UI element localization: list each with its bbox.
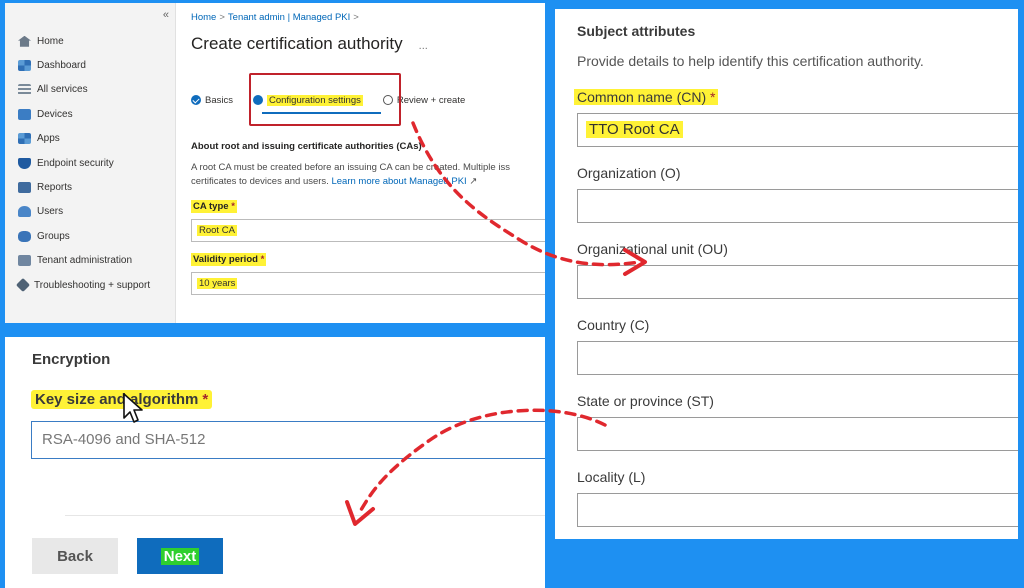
sidebar-item-label: All services bbox=[37, 84, 88, 96]
state-province-input[interactable] bbox=[577, 417, 1018, 451]
validity-label-text: Validity period bbox=[193, 254, 258, 265]
users-icon bbox=[18, 206, 31, 218]
check-circle-icon bbox=[191, 95, 201, 105]
create-ca-main: Home > Tenant admin | Managed PKI > Create … bbox=[176, 3, 545, 323]
sidebar-item-reports[interactable]: Reports bbox=[5, 175, 176, 199]
ca-type-dropdown[interactable]: Root CA bbox=[191, 219, 545, 242]
sidebar-item-devices[interactable]: Devices bbox=[5, 102, 176, 126]
required-marker: * bbox=[710, 89, 716, 105]
organizational-unit-input[interactable] bbox=[577, 265, 1018, 299]
tab-basics[interactable]: Basics bbox=[191, 95, 233, 106]
divider bbox=[65, 515, 545, 516]
locality-label: Locality (L) bbox=[577, 469, 646, 485]
highlight-box bbox=[249, 73, 401, 126]
create-ca-screenshot-panel: « Home Dashboard All services Devices Ap… bbox=[5, 3, 545, 323]
sidebar-item-users[interactable]: Users bbox=[5, 200, 176, 224]
key-size-label-text: Key size and algorithm bbox=[35, 391, 199, 408]
sidebar-item-label: Tenant administration bbox=[37, 255, 133, 267]
tab-label: Review + create bbox=[396, 94, 466, 106]
intune-sidebar: « Home Dashboard All services Devices Ap… bbox=[5, 3, 176, 323]
sidebar-item-dashboard[interactable]: Dashboard bbox=[5, 53, 176, 77]
shield-icon bbox=[18, 157, 31, 169]
section-heading: About root and issuing certificate autho… bbox=[191, 141, 422, 152]
tab-label: Basics bbox=[205, 94, 233, 106]
wrench-icon bbox=[15, 278, 31, 293]
organizational-unit-label: Organizational unit (OU) bbox=[577, 241, 728, 257]
external-link-icon: ↗ bbox=[469, 176, 478, 187]
breadcrumb-separator: > bbox=[353, 12, 359, 23]
section-description: A root CA must be created before an issu… bbox=[191, 161, 545, 189]
learn-more-link[interactable]: Learn more about Managed PKI bbox=[331, 176, 466, 187]
validity-period-dropdown[interactable]: 10 years bbox=[191, 272, 545, 295]
sidebar-nav: Home Dashboard All services Devices Apps… bbox=[5, 29, 176, 297]
breadcrumb-managed-pki-link[interactable]: Tenant admin | Managed PKI bbox=[228, 12, 350, 23]
breadcrumb: Home > Tenant admin | Managed PKI > bbox=[191, 12, 362, 23]
common-name-label-text: Common name (CN) bbox=[577, 89, 707, 105]
encryption-heading: Encryption bbox=[32, 351, 111, 368]
dashboard-icon bbox=[18, 60, 31, 72]
common-name-label: Common name (CN) * bbox=[574, 89, 719, 105]
reports-icon bbox=[18, 182, 31, 194]
sidebar-item-home[interactable]: Home bbox=[5, 29, 176, 53]
groups-icon bbox=[18, 230, 31, 242]
common-name-value: TTO Root CA bbox=[586, 121, 683, 138]
ca-type-value: Root CA bbox=[197, 225, 237, 236]
country-label: Country (C) bbox=[577, 317, 650, 333]
sidebar-item-label: Users bbox=[37, 206, 64, 218]
sidebar-item-label: Troubleshooting + support bbox=[34, 279, 151, 291]
sidebar-item-label: Devices bbox=[37, 108, 73, 120]
devices-icon bbox=[18, 108, 31, 120]
key-size-value: RSA-4096 and SHA-512 bbox=[42, 431, 206, 448]
apps-icon bbox=[18, 133, 31, 145]
locality-input[interactable] bbox=[577, 493, 1018, 527]
organization-input[interactable] bbox=[577, 189, 1018, 223]
sidebar-item-label: Reports bbox=[37, 182, 73, 194]
key-size-dropdown[interactable]: RSA-4096 and SHA-512 bbox=[31, 421, 545, 459]
state-province-label: State or province (ST) bbox=[577, 393, 714, 409]
sidebar-item-label: Groups bbox=[37, 230, 70, 242]
next-button[interactable]: Next bbox=[137, 538, 223, 574]
collapse-sidebar-icon[interactable]: « bbox=[163, 9, 169, 21]
sidebar-item-all-services[interactable]: All services bbox=[5, 78, 176, 102]
sidebar-item-label: Home bbox=[37, 35, 64, 47]
organization-label: Organization (O) bbox=[577, 165, 681, 181]
country-input[interactable] bbox=[577, 341, 1018, 375]
page-title: Create certification authority... bbox=[191, 34, 428, 54]
next-button-label: Next bbox=[160, 547, 200, 565]
validity-value: 10 years bbox=[197, 278, 238, 289]
encryption-panel: Encryption Key size and algorithm * RSA-4… bbox=[5, 337, 545, 588]
breadcrumb-separator: > bbox=[219, 12, 225, 23]
sidebar-item-groups[interactable]: Groups bbox=[5, 224, 176, 248]
required-marker: * bbox=[260, 254, 265, 265]
list-icon bbox=[18, 84, 31, 96]
sidebar-item-tenant-administration[interactable]: Tenant administration bbox=[5, 249, 176, 273]
breadcrumb-home-link[interactable]: Home bbox=[191, 12, 216, 23]
tenant-icon bbox=[18, 255, 31, 267]
page-title-text: Create certification authority bbox=[191, 34, 403, 53]
sidebar-item-endpoint-security[interactable]: Endpoint security bbox=[5, 151, 176, 175]
ca-type-label-text: CA type bbox=[193, 201, 229, 212]
sidebar-item-apps[interactable]: Apps bbox=[5, 127, 176, 151]
back-button[interactable]: Back bbox=[32, 538, 118, 574]
sidebar-item-label: Dashboard bbox=[37, 60, 86, 72]
required-marker: * bbox=[202, 391, 209, 408]
subject-attributes-panel: Subject attributes Provide details to he… bbox=[555, 9, 1018, 539]
mouse-cursor-icon bbox=[123, 393, 143, 423]
required-marker: * bbox=[231, 201, 235, 212]
ca-type-label: CA type * bbox=[191, 200, 237, 213]
sidebar-item-label: Apps bbox=[37, 133, 60, 145]
validity-period-label: Validity period * bbox=[191, 253, 267, 266]
subject-attributes-heading: Subject attributes bbox=[577, 23, 696, 39]
common-name-input[interactable]: TTO Root CA bbox=[577, 113, 1018, 147]
sidebar-item-label: Endpoint security bbox=[37, 157, 114, 169]
subject-attributes-description: Provide details to help identify this ce… bbox=[577, 53, 924, 69]
home-icon bbox=[18, 35, 31, 47]
more-options-icon[interactable]: ... bbox=[419, 40, 428, 52]
sidebar-item-troubleshooting[interactable]: Troubleshooting + support bbox=[5, 273, 176, 297]
